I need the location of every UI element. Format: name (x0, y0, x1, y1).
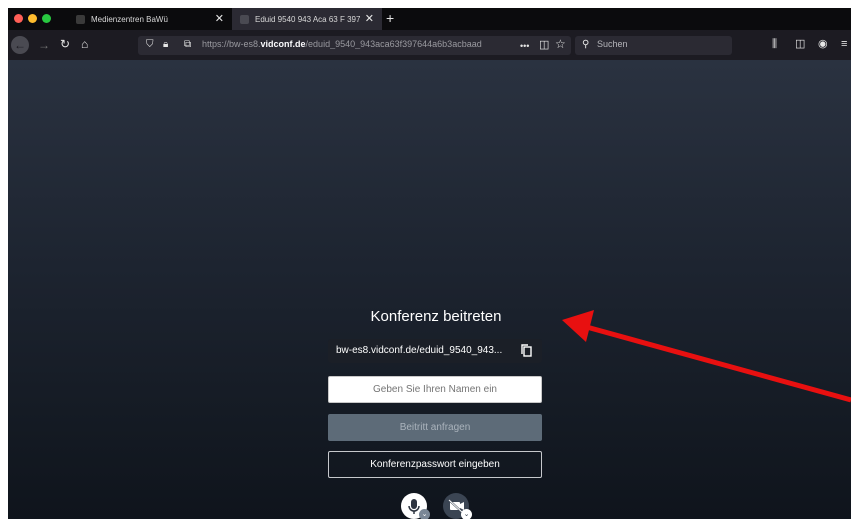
forward-button[interactable]: → (38, 38, 50, 52)
tab-eduid[interactable]: Eduid 9540 943 Aca 63 F 397 ✕ (232, 8, 382, 30)
tab-label: Medienzentren BaWü (91, 14, 168, 24)
url-bar[interactable]: ⛉ 🔒︎ ⧉ https://bw-es8.vidconf.de/eduid_9… (138, 36, 571, 55)
search-input[interactable]: ⚲ Suchen (575, 36, 732, 55)
page-title: Konferenz beitreten (370, 308, 502, 325)
tab-favicon-icon (76, 14, 85, 24)
tab-medienzentren[interactable]: Medienzentren BaWü ✕ (68, 8, 232, 30)
minimize-window-button[interactable] (28, 14, 37, 23)
search-icon: ⚲ (582, 39, 590, 50)
close-window-button[interactable] (14, 14, 23, 23)
microphone-toggle[interactable]: ⌄ (401, 493, 430, 519)
tab-label: Eduid 9540 943 Aca 63 F 397 (255, 14, 361, 24)
reload-icon[interactable]: ↻ (60, 37, 70, 51)
bookmark-star-icon[interactable]: ☆ (555, 37, 566, 51)
new-tab-button[interactable]: + (386, 11, 394, 25)
maximize-window-button[interactable] (42, 14, 51, 23)
library-icon[interactable]: ⫼ (772, 37, 777, 51)
permissions-icon[interactable]: ⧉ (184, 38, 191, 52)
microphone-options-chevron-icon[interactable]: ⌄ (419, 509, 430, 519)
camera-options-chevron-icon[interactable]: ⌄ (461, 509, 472, 519)
back-button[interactable]: ← (11, 36, 29, 54)
pocket-icon[interactable]: ◫ (539, 38, 549, 52)
join-request-button[interactable]: Beitritt anfragen (328, 414, 542, 441)
copy-icon[interactable] (521, 344, 532, 357)
url-text[interactable]: https://bw-es8.vidconf.de/eduid_9540_943… (202, 39, 522, 49)
enter-password-button[interactable]: Konferenzpasswort eingeben (328, 451, 542, 478)
home-icon[interactable]: ⌂ (81, 37, 88, 51)
lock-icon[interactable]: 🔒︎ (163, 38, 168, 52)
meeting-link-text: bw-es8.vidconf.de/eduid_9540_943... (336, 345, 503, 356)
search-placeholder: Suchen (597, 39, 628, 49)
camera-toggle[interactable]: ⌄ (443, 493, 472, 519)
menu-icon[interactable]: ≡ (841, 37, 847, 51)
sidebar-icon[interactable]: ◫ (795, 37, 805, 51)
tab-strip: Medienzentren BaWü ✕ Eduid 9540 943 Aca … (8, 8, 851, 30)
page-actions-icon[interactable]: ••• (520, 39, 529, 53)
browser-window: Medienzentren BaWü ✕ Eduid 9540 943 Aca … (8, 8, 851, 519)
shield-icon[interactable]: ⛉ (146, 38, 154, 52)
close-tab-icon[interactable]: ✕ (365, 12, 374, 25)
meeting-link-box: bw-es8.vidconf.de/eduid_9540_943... (328, 339, 542, 363)
name-input[interactable] (328, 376, 542, 403)
conference-prejoin-screen: Konferenz beitreten bw-es8.vidconf.de/ed… (8, 60, 851, 519)
close-tab-icon[interactable]: ✕ (215, 12, 224, 25)
nav-toolbar: ← → ↻ ⌂ ⛉ 🔒︎ ⧉ https://bw-es8.vidconf.de… (8, 30, 851, 60)
tab-favicon-icon (240, 14, 249, 24)
account-icon[interactable]: ◉ (818, 37, 828, 51)
